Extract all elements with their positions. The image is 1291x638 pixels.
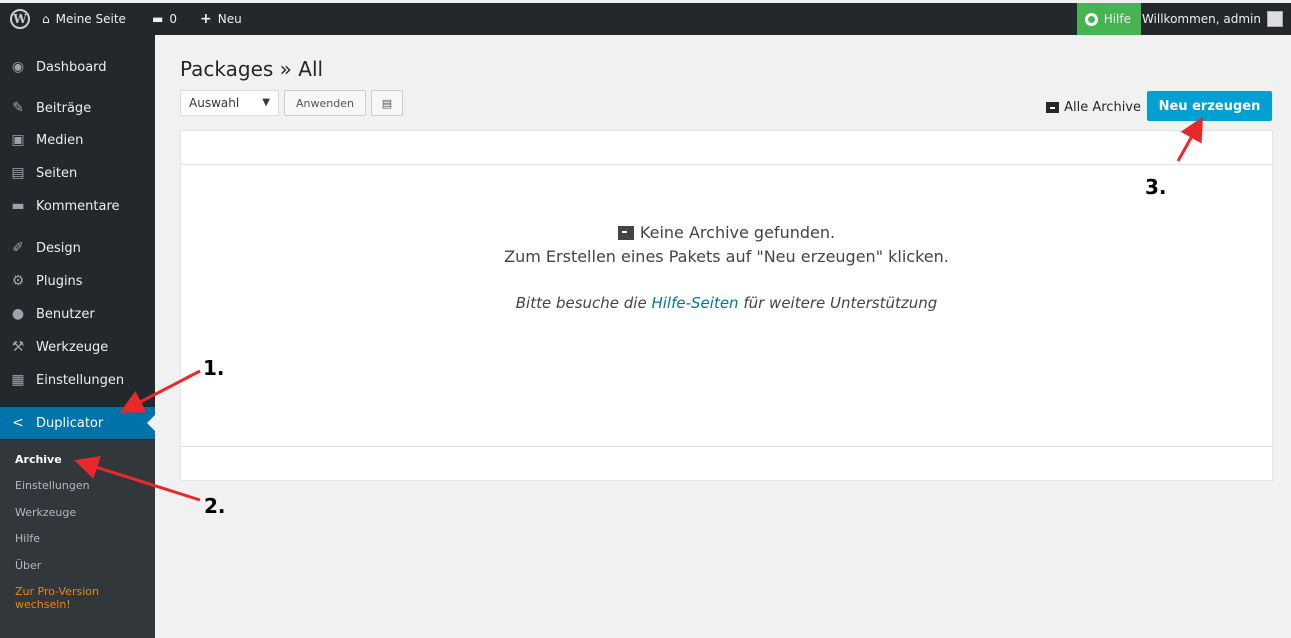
annotation-label-1: 1.	[203, 356, 225, 380]
user-icon: ●	[11, 306, 25, 322]
account-label: Willkommen, admin	[1141, 12, 1261, 26]
submenu-tools[interactable]: Werkzeuge	[15, 506, 76, 519]
bulk-action-select[interactable]: Auswahl ▼	[180, 90, 279, 116]
admin-sidebar: ◉ Dashboard ✎ Beiträge ▣ Medien ▤ Seiten…	[0, 35, 155, 638]
site-name-link[interactable]: ⌂ Meine Seite	[42, 3, 126, 35]
plus-icon: +	[200, 11, 212, 27]
comment-icon: ▬	[11, 198, 25, 214]
dashboard-icon: ◉	[11, 59, 25, 75]
submenu-settings[interactable]: Einstellungen	[15, 479, 90, 492]
table-header	[181, 131, 1272, 165]
site-name-label: Meine Seite	[55, 12, 126, 26]
sidebar-item-label: Beiträge	[36, 100, 92, 116]
sidebar-item-label: Einstellungen	[36, 372, 125, 388]
avatar	[1267, 11, 1283, 27]
sidebar-item-users[interactable]: ● Benutzer	[0, 298, 155, 330]
sidebar-item-comments[interactable]: ▬ Kommentare	[0, 190, 155, 222]
wordpress-logo-icon[interactable]: W	[10, 9, 30, 29]
comment-icon: ▬	[152, 12, 164, 26]
duplicator-submenu: Archive Einstellungen Werkzeuge Hilfe Üb…	[0, 440, 155, 638]
media-icon: ▣	[11, 132, 25, 148]
pro-link-line1: Zur Pro-Version	[15, 585, 99, 598]
sidebar-item-label: Design	[36, 240, 81, 256]
brush-icon: ✐	[12, 240, 24, 256]
submenu-about[interactable]: Über	[15, 559, 41, 572]
help-prefix: Bitte besuche die	[515, 294, 652, 312]
pin-icon: ✎	[12, 100, 24, 116]
new-content-link[interactable]: + Neu	[200, 3, 242, 35]
settings-icon: ▦	[11, 372, 25, 388]
sidebar-item-label: Benutzer	[36, 306, 95, 322]
sidebar-item-media[interactable]: ▣ Medien	[0, 124, 155, 156]
sidebar-item-duplicator[interactable]: < Duplicator	[0, 407, 155, 439]
empty-state: Keine Archive gefunden. Zum Erstellen ei…	[181, 221, 1272, 315]
home-icon: ⌂	[42, 12, 50, 26]
sidebar-item-dashboard[interactable]: ◉ Dashboard	[0, 51, 155, 83]
empty-subtitle: Zum Erstellen eines Pakets auf "Neu erze…	[504, 247, 949, 266]
help-suffix: für weitere Unterstützung	[738, 294, 938, 312]
annotation-label-2: 2.	[204, 494, 226, 518]
packages-table: Keine Archive gefunden. Zum Erstellen ei…	[180, 130, 1273, 481]
sidebar-item-label: Medien	[36, 132, 84, 148]
archive-box-icon	[617, 226, 634, 240]
help-label: Hilfe	[1103, 12, 1131, 26]
wrench-icon: ⚒	[11, 339, 25, 355]
all-archives-label: Alle Archive	[1064, 100, 1141, 115]
page-title: Packages » All	[180, 57, 324, 81]
table-footer	[181, 446, 1272, 480]
all-archives-link[interactable]: Alle Archive	[1046, 100, 1141, 115]
empty-title: Keine Archive gefunden.	[639, 223, 836, 242]
sidebar-item-settings[interactable]: ▦ Einstellungen	[0, 364, 155, 396]
dropdown-arrow-icon: ▼	[262, 97, 270, 108]
submenu-archive[interactable]: Archive	[15, 453, 62, 466]
lifebuoy-icon	[1084, 12, 1098, 26]
comments-count: 0	[169, 12, 177, 26]
help-hint: Bitte besuche die Hilfe-Seiten für weite…	[181, 291, 1272, 315]
bulk-select-value: Auswahl	[189, 96, 240, 110]
sidebar-item-label: Plugins	[36, 273, 83, 289]
plugin-icon: ⚙	[11, 273, 25, 289]
pro-link-line2: wechseln!	[15, 598, 71, 611]
admin-bar: W ⌂ Meine Seite ▬ 0 + Neu Hilfe Willkomm…	[0, 3, 1291, 35]
sidebar-item-pages[interactable]: ▤ Seiten	[0, 157, 155, 189]
account-menu[interactable]: Willkommen, admin	[1142, 3, 1283, 35]
sidebar-item-posts[interactable]: ✎ Beiträge	[0, 92, 155, 124]
apply-button[interactable]: Anwenden	[284, 90, 366, 116]
sidebar-item-label: Duplicator	[36, 415, 104, 431]
share-icon: <	[12, 415, 24, 431]
comments-link[interactable]: ▬ 0	[152, 3, 177, 35]
sidebar-item-label: Werkzeuge	[36, 339, 109, 355]
sidebar-item-label: Kommentare	[36, 198, 120, 214]
screen-options-button[interactable]: ▤	[371, 90, 403, 116]
pages-icon: ▤	[11, 165, 25, 181]
sidebar-item-design[interactable]: ✐ Design	[0, 232, 155, 264]
annotation-label-3: 3.	[1145, 175, 1167, 199]
create-new-button[interactable]: Neu erzeugen	[1147, 91, 1272, 121]
archive-box-icon	[1046, 102, 1060, 113]
help-button[interactable]: Hilfe	[1076, 3, 1141, 35]
list-view-icon: ▤	[381, 96, 393, 110]
sidebar-item-plugins[interactable]: ⚙ Plugins	[0, 265, 155, 297]
sidebar-item-label: Dashboard	[36, 59, 107, 75]
help-pages-link[interactable]: Hilfe-Seiten	[651, 294, 738, 312]
new-content-label: Neu	[217, 12, 242, 26]
submenu-pro-link[interactable]: Zur Pro-Version wechseln!	[15, 585, 99, 611]
submenu-help[interactable]: Hilfe	[15, 532, 40, 545]
sidebar-item-tools[interactable]: ⚒ Werkzeuge	[0, 331, 155, 363]
sidebar-item-label: Seiten	[36, 165, 78, 181]
